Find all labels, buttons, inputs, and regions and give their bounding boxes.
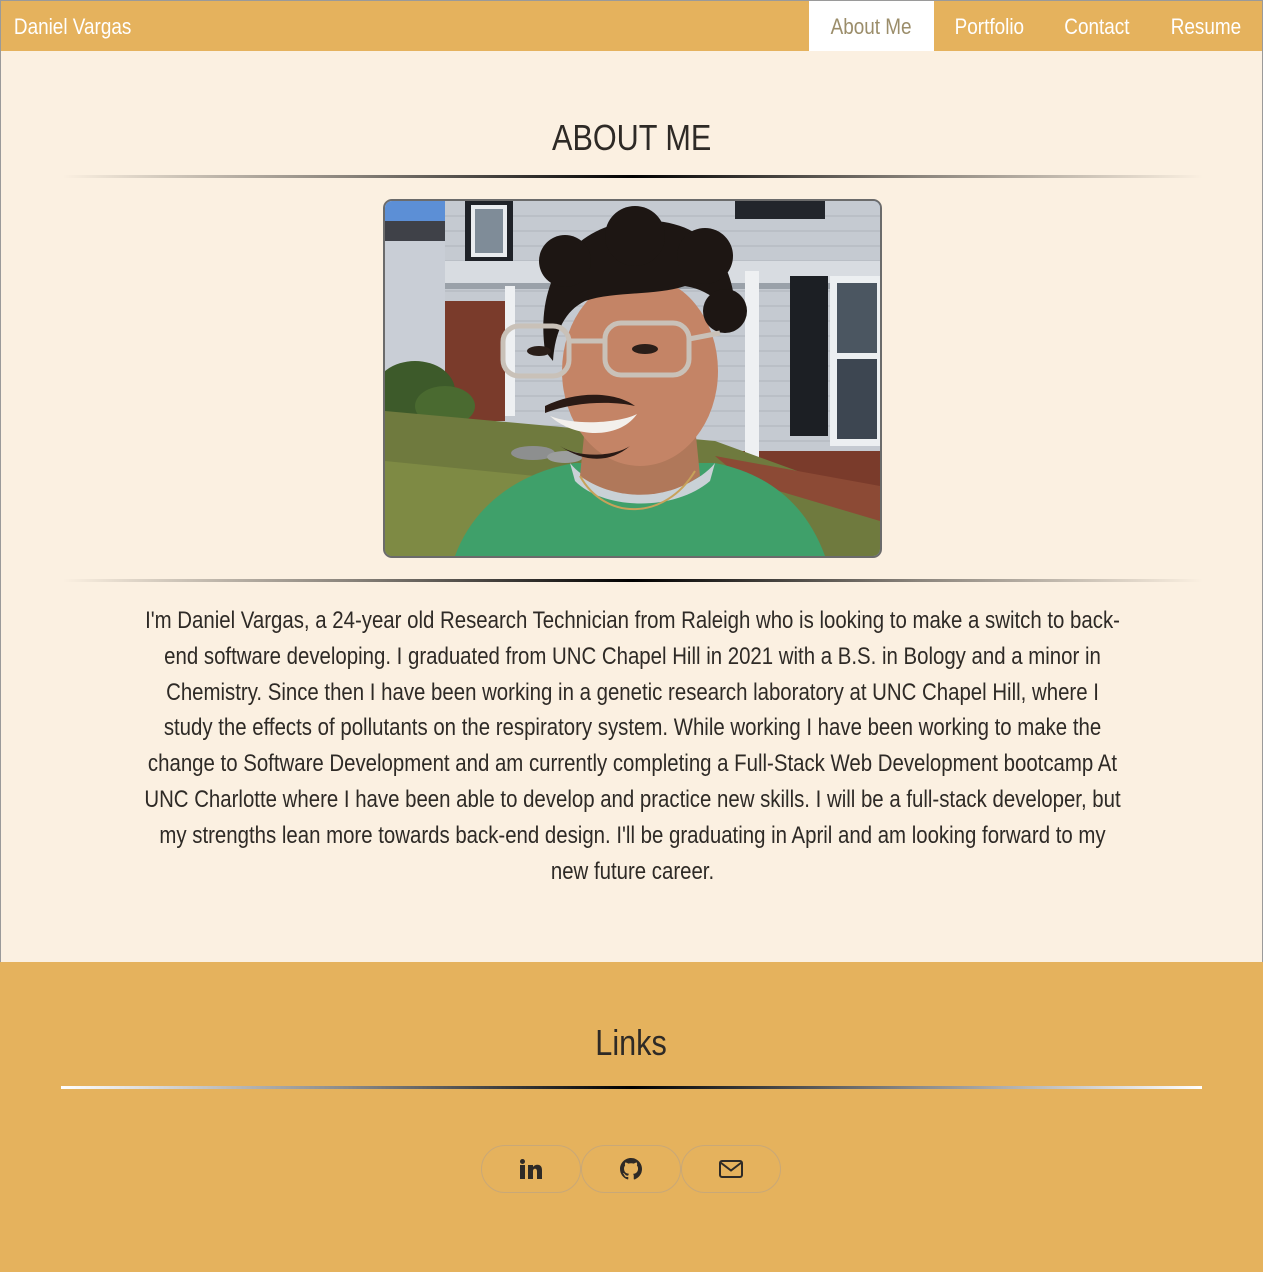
about-divider-top	[62, 175, 1203, 178]
bio-text: I'm Daniel Vargas, a 24-year old Researc…	[141, 603, 1124, 889]
links-title: Links	[595, 1022, 668, 1063]
social-links	[481, 1145, 781, 1193]
links-divider	[61, 1086, 1202, 1089]
about-section: ABOUT ME I'm Daniel Vargas, a 24-year ol…	[1, 51, 1262, 962]
email-link[interactable]	[681, 1145, 781, 1193]
nav-resume[interactable]: Resume	[1150, 1, 1262, 51]
linkedin-icon	[520, 1159, 542, 1179]
linkedin-link[interactable]	[481, 1145, 581, 1193]
brand-name[interactable]: Daniel Vargas	[1, 1, 131, 51]
email-icon	[719, 1160, 743, 1178]
nav-about-me[interactable]: About Me	[809, 1, 934, 51]
profile-photo	[383, 199, 882, 558]
github-icon	[620, 1158, 642, 1180]
about-divider-bottom	[62, 579, 1203, 582]
github-link[interactable]	[581, 1145, 681, 1193]
nav-portfolio[interactable]: Portfolio	[934, 1, 1045, 51]
about-title: ABOUT ME	[551, 117, 712, 158]
bio-paragraph: I'm Daniel Vargas, a 24-year old Researc…	[144, 607, 1121, 885]
nav-links: About Me Portfolio Contact Resume	[809, 1, 1262, 51]
nav-contact[interactable]: Contact	[1044, 1, 1150, 51]
navbar: Daniel Vargas About Me Portfolio Contact…	[1, 0, 1262, 51]
links-section: Links	[0, 962, 1263, 1272]
